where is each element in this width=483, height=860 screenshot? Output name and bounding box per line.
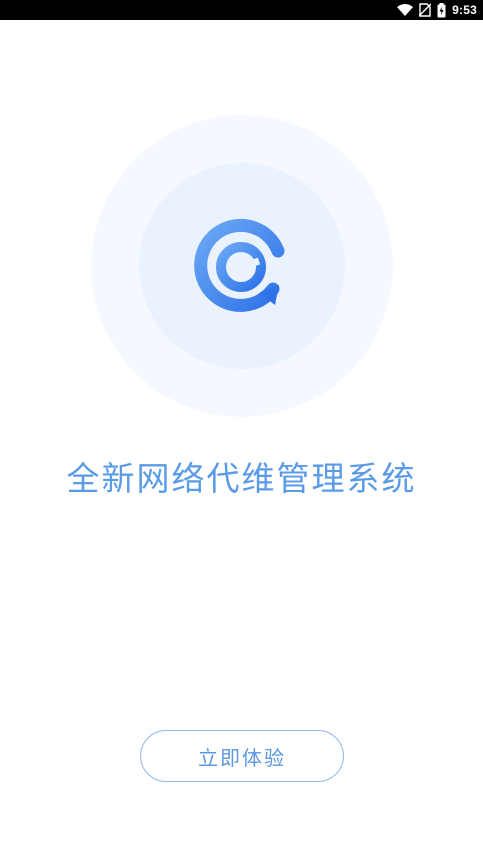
start-experience-button[interactable]: 立即体验 (140, 730, 344, 782)
no-sim-icon (419, 3, 432, 17)
status-icons: 9:53 (397, 0, 477, 20)
app-logo-icon (194, 218, 285, 312)
status-time: 9:53 (452, 3, 477, 17)
page-headline: 全新网络代维管理系统 (66, 459, 417, 498)
wifi-icon (397, 4, 414, 16)
hero-logo-area (91, 115, 393, 417)
status-bar: 9:53 (0, 0, 483, 20)
battery-charging-icon (437, 2, 446, 17)
